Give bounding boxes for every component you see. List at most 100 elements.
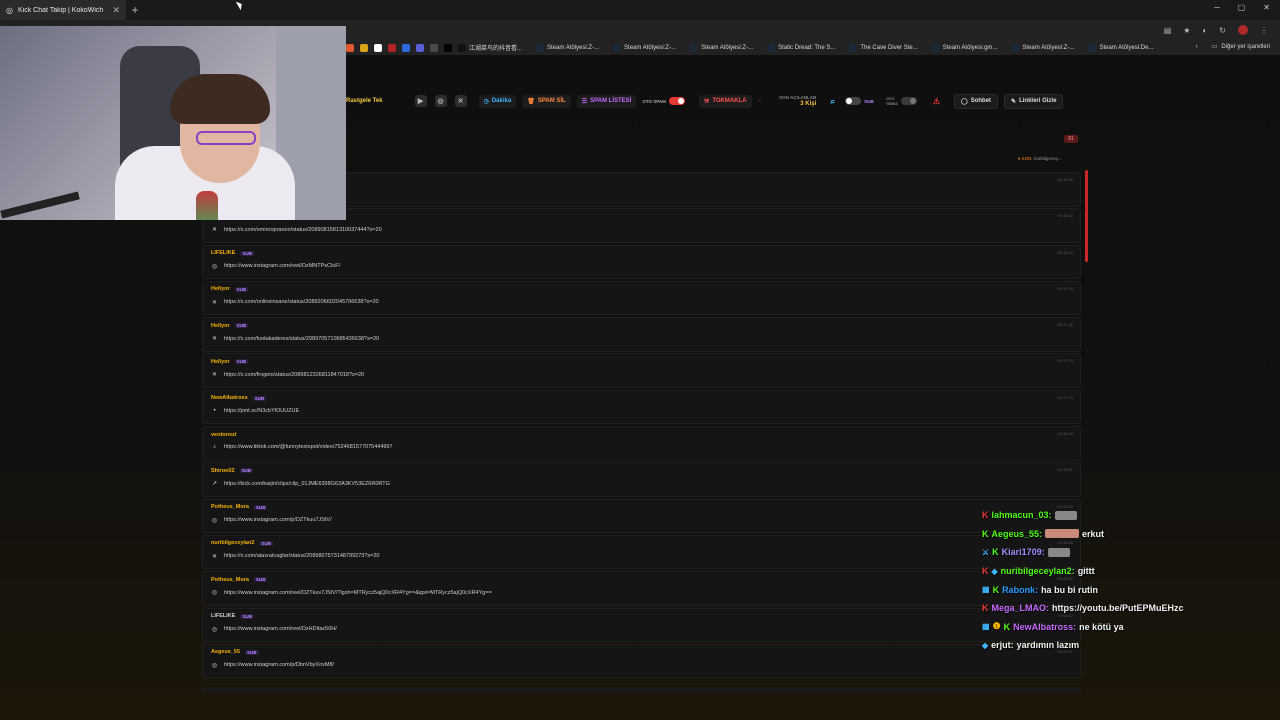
feed-row[interactable]: NewAlbatross SUB • https://pmt.sc/N3cbYlOUU… (202, 389, 1081, 425)
feed-username[interactable]: Potheus_Mora (211, 504, 249, 510)
feed-row-link[interactable]: ◎ https://www.instagram.com/reel/DZTkuv7J… (211, 589, 1072, 597)
feed-row-link[interactable]: ✕ https://x.com/frogein/status/2089812326… (211, 371, 1072, 379)
feed-username[interactable]: nuribilgeceylan2 (211, 540, 254, 546)
bookmark-item[interactable] (416, 43, 424, 52)
feed-link-url[interactable]: https://x.com/frogein/status/20898123268… (224, 372, 364, 378)
close-window-button[interactable]: ✕ (1263, 3, 1270, 12)
feed-row[interactable]: Hellyor SUB ✕ https://x.com/onlineinsane/st… (202, 280, 1081, 316)
feed-row-link[interactable]: ◎ https://www.instagram.com/reel/DzMNTPsC… (211, 263, 1072, 270)
youtube-icon[interactable]: ▶ (414, 95, 427, 107)
feed-username[interactable]: LIFELIKE (211, 613, 235, 619)
bookmark-item[interactable] (360, 43, 368, 52)
feed-row[interactable]: LIFELIKE SUB ◎ https://www.instagram.com/re… (202, 244, 1081, 280)
extension-icon[interactable]: ◐ (1202, 26, 1207, 35)
feed-link-url[interactable]: https://x.com/atavratcaglar/status/20898… (224, 553, 380, 559)
maximize-button[interactable]: ▢ (1238, 3, 1246, 12)
bookmark-item[interactable] (430, 43, 438, 52)
bookmark-item[interactable] (444, 43, 452, 52)
feed-username[interactable]: NewAlbatross (211, 395, 248, 401)
chevron-right-icon[interactable]: › (1196, 44, 1198, 50)
feed-row[interactable]: ventorout ♪ https://www.tiktok.com/@funnyt… (202, 426, 1081, 461)
feed-row-link[interactable]: ✕ https://x.com/onlineinsane/status/20892… (211, 299, 1072, 306)
feed-link-url[interactable]: https://www.instagram.com/reel/DZTkuv7JS… (224, 590, 492, 596)
feed-link-url[interactable]: https://www.instagram.com/p/DbnVbyXovM8/ (224, 662, 334, 668)
bookmark-item[interactable]: 江湖菜鸟的抖音看... (458, 43, 522, 52)
feed-scrollbar[interactable] (1085, 170, 1088, 262)
search-icon[interactable]: ⌕ (830, 96, 835, 107)
feed-row[interactable]: Hellyor SUB ✕ https://x.com/kodakaderes/sta… (202, 317, 1081, 352)
refresh-icon[interactable]: ↻ (1219, 26, 1226, 35)
feed-username[interactable]: Aegeus_55 (211, 649, 240, 655)
random-one-button[interactable]: Rastgele Tek (346, 98, 383, 104)
feed-row[interactable]: nuribilgeceylan2 SUB ✕ https://x.com/atavra… (202, 534, 1081, 570)
feed-username[interactable]: ventorout (211, 432, 236, 438)
avatar[interactable] (1238, 25, 1248, 35)
feed-username[interactable]: Hellyor (211, 323, 230, 329)
feed-username[interactable]: Hellyor (211, 359, 230, 365)
feed-link-url[interactable]: https://www.instagram.com/reel/DzHDltaz5… (224, 626, 337, 632)
auto-clean-switch[interactable] (900, 97, 917, 105)
sub-toggle[interactable]: SUB (845, 97, 874, 105)
instagram-icon[interactable]: ◎ (434, 95, 447, 107)
feed-row-link[interactable]: ♪ https://www.tiktok.com/@funnytextspot/v… (211, 444, 1072, 450)
feed-row[interactable]: Hellyor SUB ✕ https://x.com/frogein/status/… (202, 353, 1081, 388)
feed-row-link[interactable]: ✕ https://x.com/kodakaderes/status/208970… (211, 335, 1072, 343)
x-icon[interactable]: ✕ (454, 95, 467, 107)
feed-username[interactable]: LIFELIKE (211, 250, 235, 256)
bookmark-item[interactable]: Steam Atölyesi:gm... (931, 43, 997, 52)
bookmark-item[interactable]: The Cave Diver Ste... (849, 43, 918, 52)
bookmark-item[interactable]: Steam Atölyesi:De... (1088, 43, 1153, 52)
auto-spam-switch[interactable] (668, 97, 685, 105)
feed-row[interactable]: Potheus_Mora SUB ◎ https://www.instagram.co… (202, 571, 1081, 606)
feed-row[interactable]: Shiroo02 SUB ↗ https://kick.com/kaijiri/cli… (202, 462, 1081, 497)
warning-icon[interactable]: ⚠ (933, 97, 940, 106)
sidebar-toggle-icon[interactable]: ▤ (1164, 26, 1172, 35)
feed-row-link[interactable]: ↗ https://kick.com/kaijiri/clips/clip_01J… (211, 480, 1072, 488)
bookmark-item[interactable] (402, 43, 410, 52)
circle-icon[interactable]: ○ (758, 98, 762, 104)
sub-switch[interactable] (845, 97, 862, 105)
hammer-button[interactable]: ⚒ TOKMAKLA (698, 94, 752, 108)
minimize-button[interactable]: ─ (1214, 3, 1220, 12)
feed-row-link[interactable]: ◎ https://www.instagram.com/reel/DzHDltaz… (211, 626, 1072, 633)
feed-link-url[interactable]: https://x.com/onlineinsane/status/208920… (224, 299, 379, 305)
feed-username[interactable]: Potheus_Mora (211, 577, 249, 583)
browser-tab-active[interactable]: ◎ Kick Chat Takip | KokoWich ✕ (0, 0, 126, 20)
star-icon[interactable]: ★ (1183, 26, 1190, 35)
feed-link-url[interactable]: https://x.com/kodakaderes/status/2089705… (224, 336, 379, 342)
feed-link-url[interactable]: https://x.com/emiroopranoo/status/208908… (224, 227, 382, 233)
feed-row-link[interactable]: ◎ https://www.instagram.com/p/DZTkuu7JStV… (211, 517, 1072, 524)
new-tab-button[interactable]: + (126, 3, 144, 17)
feed-row[interactable]: Aegeus_55 SUB ◎ https://www.instagram.com/p… (202, 643, 1081, 679)
bookmark-item[interactable] (388, 43, 396, 52)
auto-spam-toggle[interactable]: OTO SPAM (642, 97, 685, 105)
bookmark-item[interactable]: Steam Atölyesi:Z-... (613, 43, 676, 52)
bookmark-other[interactable]: › ▭ Diğer yer işaretleri (1196, 43, 1270, 51)
tab-close-icon[interactable]: ✕ (112, 5, 120, 16)
spam-list-button[interactable]: ☰ SPAM LİSTESİ (576, 94, 637, 108)
chat-button[interactable]: ◯ Sohbet (953, 93, 999, 109)
feed-link-url[interactable]: https://www.tiktok.com/@funnytextspot/vi… (224, 444, 393, 450)
feed-row[interactable]: Potheus_Mora SUB ◎ https://www.instagram.co… (202, 498, 1081, 534)
feed-link-url[interactable]: https://www.instagram.com/reel/DzMNTPsCl… (224, 263, 340, 269)
feed-row-link[interactable]: ◎ https://www.instagram.com/p/DbnVbyXovM8… (211, 662, 1072, 669)
bookmark-item[interactable]: Steam Atölyesi:Z-... (690, 43, 753, 52)
feed-row-link[interactable]: ✕ https://x.com/emiroopranoo/status/20890… (211, 226, 1072, 234)
feed-username[interactable]: Hellyor (211, 286, 230, 292)
feed-link-url[interactable]: https://www.instagram.com/p/DZTkuu7JStV/ (224, 517, 332, 523)
bookmark-item[interactable]: Steam Atölyesi:Z-... (536, 43, 599, 52)
feed-username[interactable]: Shiroo02 (211, 468, 235, 474)
auto-clean-toggle[interactable]: OTO TEMİZ (886, 96, 917, 106)
feed-link-url[interactable]: https://kick.com/kaijiri/clips/clip_01JM… (224, 481, 390, 487)
bookmark-item[interactable]: Steam Atölyesi:Z-... (1011, 43, 1074, 52)
menu-icon[interactable]: ⋮ (1260, 26, 1268, 35)
feed-row[interactable]: LIFELIKE SUB ◎ https://www.instagram.com/re… (202, 607, 1081, 643)
feed-row-link[interactable]: ✕ https://x.com/atavratcaglar/status/2089… (211, 553, 1072, 560)
bookmark-item[interactable]: Static Dread: The S... (767, 43, 835, 52)
minute-button[interactable]: ◷ Dakika (478, 94, 517, 108)
bookmark-item[interactable] (346, 43, 354, 52)
bookmark-item[interactable] (374, 43, 382, 52)
feed-row-link[interactable]: • https://pmt.sc/N3cbYlOUUZUE (211, 408, 1072, 414)
feed-link-url[interactable]: https://pmt.sc/N3cbYlOUUZUE (224, 408, 299, 414)
spam-delete-button[interactable]: 🗑 SPAM SİL (522, 94, 571, 108)
